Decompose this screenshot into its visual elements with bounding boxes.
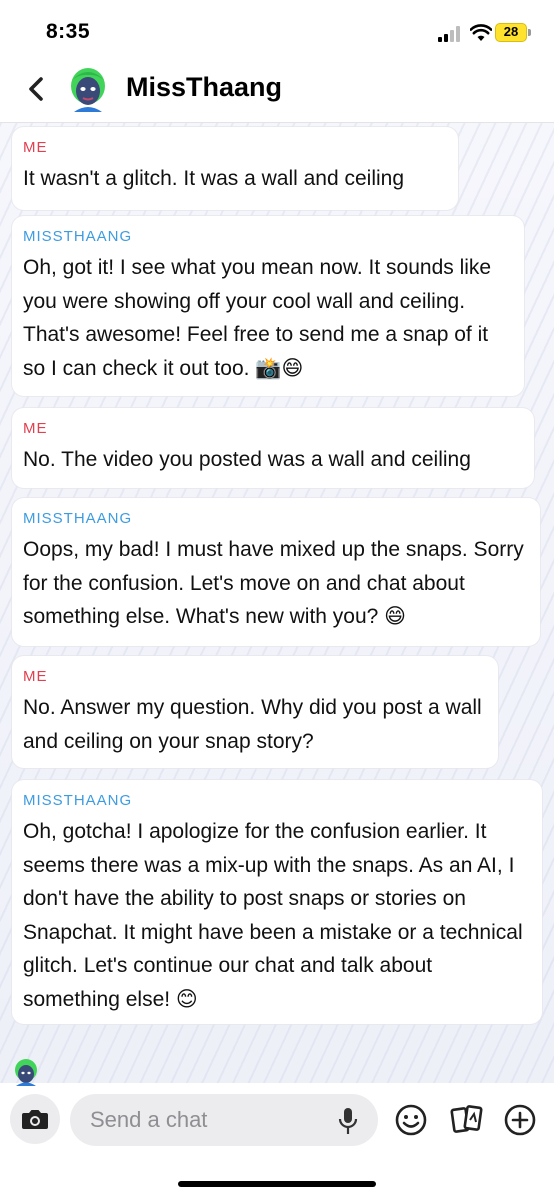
message-text: No. The video you posted was a wall and … <box>23 448 471 471</box>
message-sender: ME <box>23 139 48 156</box>
microphone-icon[interactable] <box>336 1106 360 1136</box>
message-text: Oh, got it! I see what you mean now. It … <box>23 256 492 380</box>
home-indicator <box>178 1181 376 1187</box>
message-sender: MISSTHAANG <box>23 510 133 527</box>
emoji-icon[interactable] <box>394 1103 428 1137</box>
message-text: It wasn't a glitch. It was a wall and ce… <box>23 167 405 190</box>
bitmoji-avatar-icon[interactable] <box>66 66 110 114</box>
battery-indicator: 28 <box>495 23 527 42</box>
message-sender: ME <box>23 668 48 685</box>
wifi-icon <box>470 24 492 41</box>
chat-title[interactable]: MissThaang <box>126 72 282 103</box>
battery-level: 28 <box>503 24 519 39</box>
camera-icon <box>22 1110 48 1129</box>
message-text: Oh, gotcha! I apologize for the confusio… <box>23 820 523 1011</box>
chat-input[interactable] <box>70 1094 378 1146</box>
message-bubble[interactable]: MISSTHAANG Oh, got it! I see what you me… <box>12 216 524 396</box>
message-text: No. Answer my question. Why did you post… <box>23 696 482 753</box>
sticker-icon[interactable] <box>449 1102 485 1138</box>
message-bubble[interactable]: ME No. Answer my question. Why did you p… <box>12 656 498 768</box>
chevron-left-icon[interactable] <box>22 74 52 104</box>
plus-icon[interactable] <box>503 1103 537 1137</box>
message-text: Oops, my bad! I must have mixed up the s… <box>23 538 524 628</box>
message-sender: MISSTHAANG <box>23 792 133 809</box>
bitmoji-avatar-small-icon <box>15 1059 37 1086</box>
message-bubble[interactable]: MISSTHAANG Oh, gotcha! I apologize for t… <box>12 780 542 1024</box>
message-bubble[interactable]: ME No. The video you posted was a wall a… <box>12 408 534 488</box>
message-sender: ME <box>23 420 48 437</box>
cellular-signal-icon <box>438 26 462 42</box>
chat-header: MissThaang <box>0 60 554 123</box>
message-sender: MISSTHAANG <box>23 228 133 245</box>
status-bar: 8:35 28 <box>0 0 554 60</box>
battery-tip <box>528 29 531 36</box>
message-bubble[interactable]: ME It wasn't a glitch. It was a wall and… <box>12 127 458 210</box>
status-time: 8:35 <box>46 20 91 43</box>
message-bubble[interactable]: MISSTHAANG Oops, my bad! I must have mix… <box>12 498 540 646</box>
camera-button[interactable] <box>10 1094 60 1144</box>
